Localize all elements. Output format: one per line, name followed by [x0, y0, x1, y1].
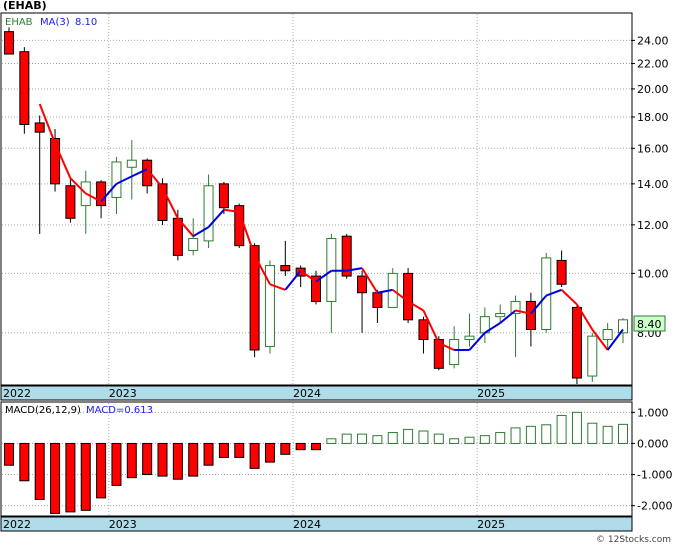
price-y-axis: 24.00 22.00 20.00 18.00 16.00 14.00 12.00 10.00…: [631, 34, 669, 340]
macd-bar-negative: [4, 442, 14, 466]
candle-up: [188, 238, 199, 251]
candle-up: [111, 161, 122, 198]
macd-bar-positive: [357, 433, 368, 444]
candle-down: [4, 31, 14, 55]
macd-bar-negative: [34, 442, 45, 500]
macd-bar-negative: [249, 442, 260, 469]
macd-legend-label: MACD(26,12,9): [5, 405, 81, 416]
macd-bar-positive: [326, 438, 337, 444]
candle-down: [403, 272, 414, 321]
candle-down: [525, 300, 536, 330]
candle-down: [418, 319, 429, 341]
price-tick-label: 12.00: [637, 219, 669, 232]
macd-bar-negative: [65, 442, 76, 513]
candle-down: [556, 259, 567, 285]
candle-down: [571, 306, 582, 379]
macd-bar-negative: [19, 442, 30, 482]
candle-up: [587, 335, 598, 377]
price-tick-label: 10.00: [637, 267, 669, 280]
candle-up: [602, 328, 613, 341]
year-label: 2024: [293, 518, 321, 531]
macd-bar-positive: [602, 425, 613, 444]
macd-bar-negative: [157, 442, 168, 477]
macd-bar-negative: [111, 442, 122, 486]
year-label: 2022: [3, 387, 31, 400]
candle-down: [280, 265, 291, 272]
last-price-label: 8.40: [637, 318, 662, 331]
candle-down: [172, 217, 183, 256]
candle-down: [218, 183, 229, 209]
candle-up: [126, 159, 137, 168]
price-tick-label: 14.00: [637, 178, 669, 191]
candle-up: [495, 313, 506, 318]
stock-chart: 24.00 22.00 20.00 18.00 16.00 14.00 12.00 10.00…: [0, 0, 672, 545]
price-tick-label: 22.00: [637, 58, 669, 71]
macd-bar-positive: [464, 436, 475, 444]
macd-bar-positive: [571, 411, 582, 444]
macd-bar-negative: [280, 442, 291, 455]
macd-bar-positive: [341, 433, 352, 444]
year-label: 2025: [477, 518, 505, 531]
year-label: 2023: [109, 387, 137, 400]
year-label: 2023: [109, 518, 137, 531]
macd-bar-positive: [418, 430, 429, 444]
price-tick-label: 20.00: [637, 83, 669, 96]
macd-bar-negative: [188, 442, 199, 477]
price-tick-label: 18.00: [637, 111, 669, 124]
macd-bar-positive: [387, 432, 398, 444]
macd-bar-negative: [295, 442, 306, 451]
macd-y-axis: 1.000 0.000 -1.000 -2.000: [631, 406, 672, 513]
macd-bar-negative: [96, 442, 107, 499]
macd-bar-negative: [50, 442, 61, 514]
candle-down: [65, 185, 76, 219]
candle-up: [449, 339, 460, 366]
macd-bar-positive: [541, 424, 552, 444]
price-tick-label: 16.00: [637, 142, 669, 155]
macd-bar-negative: [142, 442, 153, 476]
year-label: 2024: [293, 387, 321, 400]
macd-tick-label: 1.000: [637, 406, 669, 419]
macd-bar-positive: [372, 435, 383, 444]
macd-bar-positive: [587, 422, 598, 444]
watermark: © 12Stocks.com: [596, 535, 671, 545]
candle-up: [464, 335, 475, 341]
chart-title: (EHAB): [3, 0, 47, 12]
macd-bar-negative: [218, 442, 229, 458]
macd-bar-negative: [126, 442, 137, 479]
macd-bar-negative: [80, 442, 91, 511]
legend-symbol: EHAB: [5, 17, 33, 28]
macd-bar-positive: [556, 414, 567, 444]
year-label: 2025: [477, 387, 505, 400]
macd-tick-label: -1.000: [637, 469, 672, 482]
macd-bar-positive: [479, 435, 490, 444]
macd-tick-label: 0.000: [637, 437, 669, 450]
candle-down: [372, 292, 383, 308]
macd-bar-negative: [172, 442, 183, 480]
legend-ma-label: MA(3): [40, 17, 70, 28]
candle-up: [203, 185, 214, 242]
macd-bar-positive: [618, 423, 628, 444]
candle-down: [19, 51, 30, 125]
macd-bar-positive: [449, 438, 460, 444]
macd-bar-negative: [311, 442, 321, 451]
candle-down: [34, 122, 45, 133]
year-label: 2022: [3, 518, 31, 531]
legend-ma-value: 8.10: [75, 17, 97, 28]
macd-bar-negative: [203, 442, 214, 466]
candle-down: [357, 275, 368, 294]
macd-panel: [0, 401, 633, 517]
candle-down: [96, 181, 107, 207]
macd-bar-positive: [433, 433, 444, 444]
macd-bar-positive: [510, 427, 521, 444]
macd-bar-positive: [525, 425, 536, 444]
macd-bar-positive: [495, 432, 506, 444]
macd-bar-negative: [234, 442, 245, 458]
macd-bar-positive: [403, 428, 414, 444]
macd-tick-label: -2.000: [637, 500, 672, 513]
price-tick-label: 24.00: [637, 34, 669, 47]
macd-bar-negative: [264, 442, 275, 463]
macd-legend-value: MACD=0.613: [86, 405, 153, 416]
